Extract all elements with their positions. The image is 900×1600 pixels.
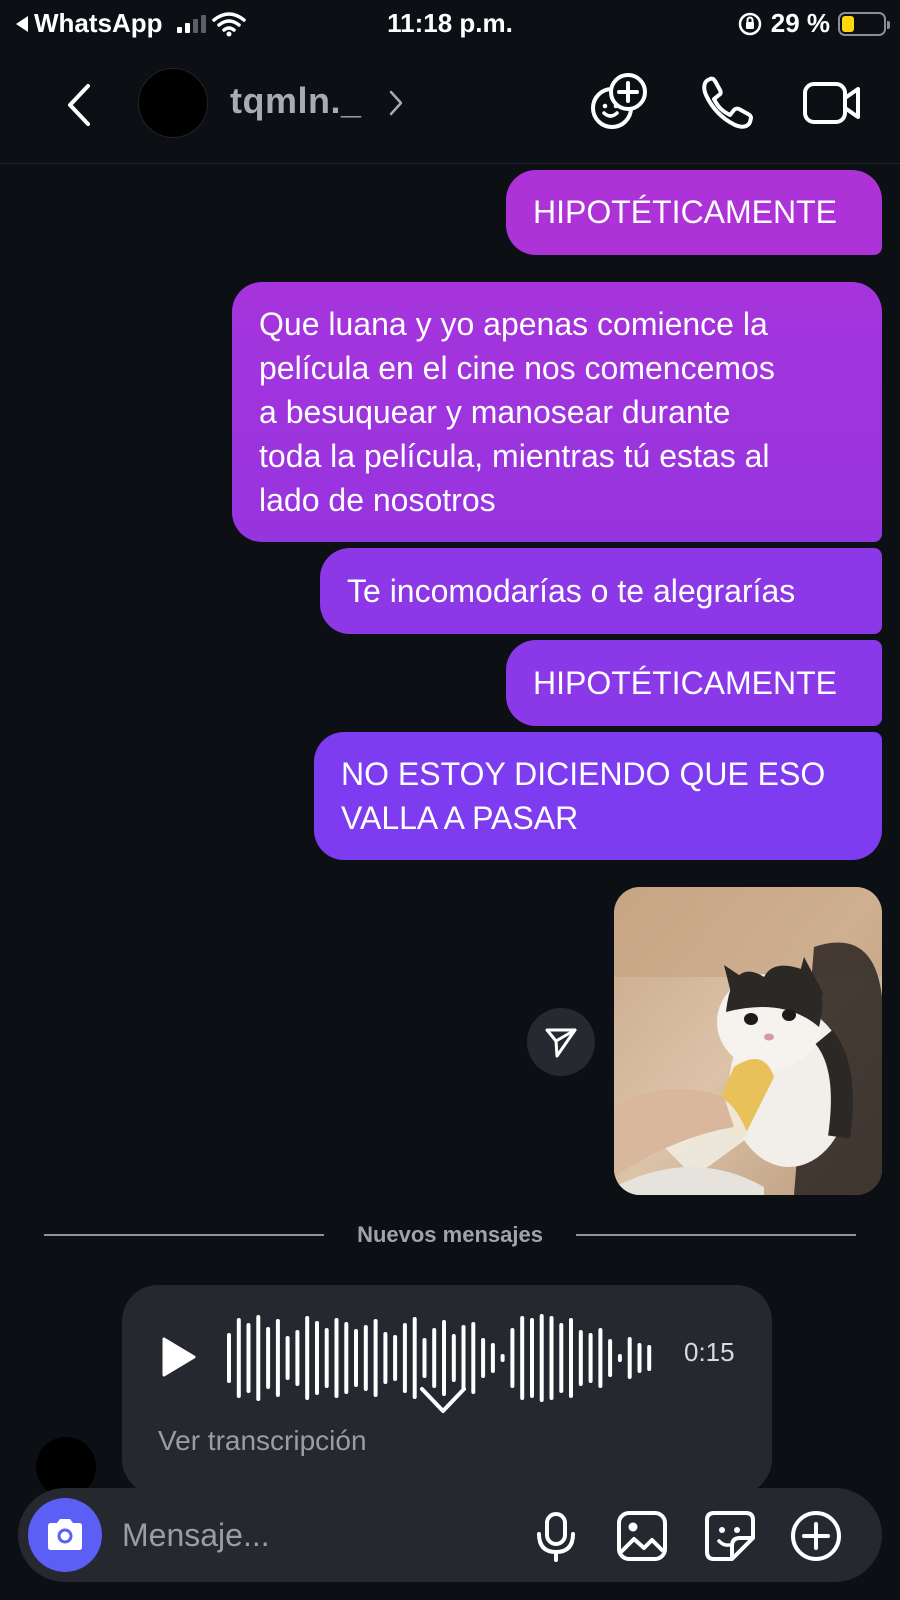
message-bubble[interactable]: NO ESTOY DICIENDO QUE ESO VALLA A PASAR xyxy=(314,732,882,860)
message-bubble[interactable]: HIPOTÉTICAMENTE xyxy=(506,640,882,726)
waveform-bar xyxy=(422,1338,427,1378)
waveform-bar xyxy=(246,1323,251,1393)
waveform-bar xyxy=(490,1343,495,1373)
waveform-bar xyxy=(481,1338,486,1378)
waveform-bar xyxy=(363,1325,368,1391)
waveform-bar xyxy=(598,1328,603,1388)
waveform-bar xyxy=(285,1336,290,1380)
waveform-bar xyxy=(569,1318,573,1398)
waveform-bar xyxy=(539,1314,544,1402)
message-text: Te incomodarías o te alegrarías xyxy=(347,573,796,609)
chevron-right-icon[interactable] xyxy=(384,88,408,118)
shared-media-kitten[interactable] xyxy=(614,887,882,1195)
message-bubble[interactable]: Te incomodarías o te alegrarías xyxy=(320,548,882,634)
chat-header: tqmln._ xyxy=(0,60,900,164)
message-bubble[interactable]: Que luana y yo apenas comience la pelícu… xyxy=(232,282,882,542)
waveform-bar xyxy=(295,1330,300,1386)
send-icon xyxy=(545,1028,577,1058)
message-composer xyxy=(18,1488,882,1582)
divider-label: Nuevos mensajes xyxy=(357,1222,543,1247)
message-input[interactable] xyxy=(122,1512,502,1558)
orientation-lock-icon xyxy=(738,12,761,35)
view-transcript-link[interactable]: Ver transcripción xyxy=(158,1425,367,1457)
message-line: NO ESTOY DICIENDO QUE ESO xyxy=(341,756,826,792)
contact-name[interactable]: tqmln._ xyxy=(230,80,362,122)
gallery-icon[interactable] xyxy=(614,1508,670,1564)
video-camera-icon[interactable] xyxy=(800,70,866,136)
waveform-bar xyxy=(549,1316,554,1400)
waveform-bar xyxy=(432,1328,437,1388)
message-text: HIPOTÉTICAMENTE xyxy=(533,194,838,230)
camera-button[interactable] xyxy=(28,1498,102,1572)
waveform-bar xyxy=(647,1345,652,1371)
kitten-image xyxy=(614,887,882,1195)
waveform-bar xyxy=(393,1335,398,1381)
waveform-bar xyxy=(617,1354,622,1362)
message-line: película en el cine nos comencemos xyxy=(259,350,775,386)
share-button[interactable] xyxy=(527,1008,595,1076)
message-bubble[interactable]: HIPOTÉTICAMENTE xyxy=(506,170,882,255)
waveform-bar xyxy=(608,1339,613,1377)
waveform-bar xyxy=(578,1330,583,1386)
camera-icon xyxy=(48,1519,82,1550)
waveform-bar xyxy=(461,1325,466,1391)
play-icon[interactable] xyxy=(158,1335,198,1379)
message-line: toda la película, mientras tú estas al xyxy=(259,438,770,474)
plus-circle-icon[interactable] xyxy=(788,1508,844,1564)
waveform-bar xyxy=(227,1333,231,1383)
voice-message[interactable]: 0:15 Ver transcripción xyxy=(122,1285,772,1495)
phone-icon[interactable] xyxy=(694,70,760,136)
waveform-bar xyxy=(373,1319,378,1397)
waveform-bar xyxy=(471,1322,476,1394)
waveform-bar xyxy=(637,1343,642,1373)
message-line: lado de nosotros xyxy=(259,482,496,518)
waveform-bar xyxy=(510,1328,515,1388)
waveform-bar xyxy=(344,1322,349,1394)
waveform-bar xyxy=(236,1318,241,1398)
effects-add-icon[interactable] xyxy=(588,70,654,136)
waveform-bar xyxy=(315,1321,319,1395)
waveform-bar xyxy=(588,1333,593,1383)
waveform-bar xyxy=(402,1323,407,1393)
sticker-icon[interactable] xyxy=(702,1508,758,1564)
avatar[interactable] xyxy=(138,68,208,138)
waveform-bar xyxy=(256,1315,261,1401)
back-icon[interactable] xyxy=(56,80,106,130)
waveform-bar xyxy=(520,1316,525,1400)
waveform-bar xyxy=(451,1334,456,1382)
waveform-bar xyxy=(530,1318,534,1398)
waveform-bar xyxy=(500,1354,505,1362)
message-line: a besuquear y manosear durante xyxy=(259,394,731,430)
new-messages-divider: Nuevos mensajes xyxy=(44,1222,856,1247)
waveform-bar xyxy=(266,1327,271,1389)
message-text: HIPOTÉTICAMENTE xyxy=(533,665,838,701)
waveform-bar xyxy=(305,1316,310,1400)
battery-percent: 29 % xyxy=(770,8,830,38)
waveform-bar xyxy=(334,1318,339,1398)
message-line: VALLA A PASAR xyxy=(341,800,579,836)
waveform-bar xyxy=(627,1337,632,1379)
status-bar: WhatsApp 11:18 p.m. 29 % xyxy=(0,0,900,48)
waveform-bar xyxy=(559,1323,564,1393)
voice-duration: 0:15 xyxy=(684,1337,735,1367)
chevron-down-icon[interactable] xyxy=(418,1385,468,1415)
message-line: Que luana y yo apenas comience la xyxy=(259,306,768,342)
waveform-bar xyxy=(354,1329,358,1387)
waveform-bar xyxy=(383,1332,388,1384)
battery-icon xyxy=(838,11,890,36)
waveform-bar xyxy=(412,1317,417,1399)
microphone-icon[interactable] xyxy=(528,1508,584,1564)
waveform-bar xyxy=(275,1319,280,1397)
waveform-bar xyxy=(324,1328,329,1388)
